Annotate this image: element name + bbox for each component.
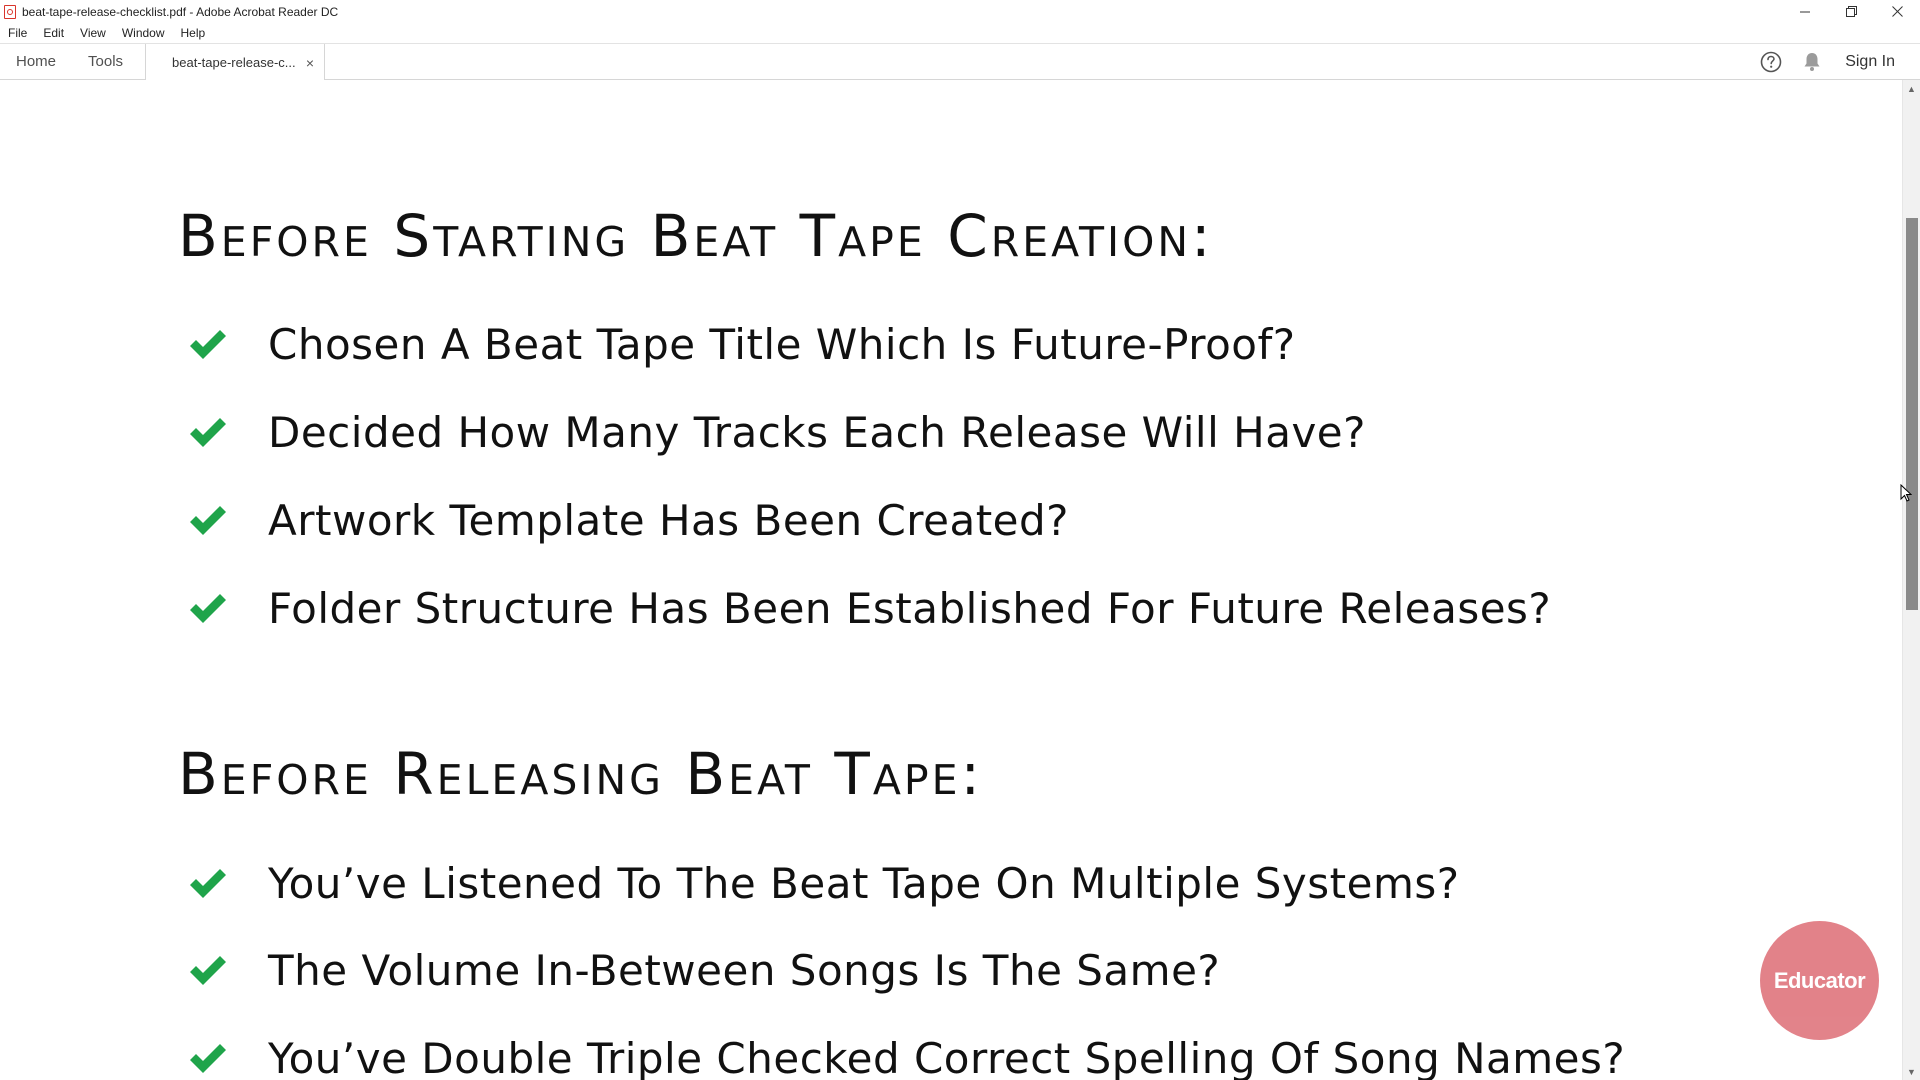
- section-heading-before-starting: Before Starting Beat Tape Creation:: [178, 202, 1214, 270]
- checklist-item-text: Chosen A Beat Tape Title Which Is Future…: [268, 320, 1296, 369]
- menu-file[interactable]: File: [0, 26, 35, 40]
- minimize-button[interactable]: [1782, 0, 1828, 23]
- checkmark-icon: [188, 504, 230, 538]
- tab-bar: Home Tools beat-tape-release-c... × Sign…: [0, 43, 1920, 81]
- close-tab-icon[interactable]: ×: [306, 55, 314, 71]
- window-controls: [1782, 0, 1920, 23]
- checkmark-icon: [188, 867, 230, 901]
- educator-badge-label: Educator: [1773, 967, 1866, 993]
- close-window-button[interactable]: [1874, 0, 1920, 23]
- checklist-item-partial: You’ve Double Triple Checked Correct Spe…: [188, 1034, 1625, 1080]
- checklist-item-text: Decided How Many Tracks Each Release Wil…: [268, 408, 1366, 457]
- checklist-item-text: Folder Structure Has Been Established Fo…: [268, 584, 1552, 633]
- tab-tools[interactable]: Tools: [72, 44, 139, 79]
- educator-watermark-badge: Educator: [1760, 921, 1879, 1040]
- bell-icon[interactable]: [1800, 50, 1824, 74]
- checkmark-icon: [188, 954, 230, 988]
- checklist-item: Artwork Template Has Been Created?: [188, 496, 1069, 545]
- minimize-icon: [1799, 11, 1810, 13]
- checklist-item: The Volume In-Between Songs Is The Same?: [188, 946, 1220, 995]
- notification-bell-graphic: [1804, 53, 1820, 71]
- checklist-item-text: You’ve Double Triple Checked Correct Spe…: [268, 1034, 1626, 1080]
- checkmark-icon: [188, 1042, 230, 1076]
- scroll-thumb[interactable]: [1906, 218, 1918, 610]
- scroll-down-arrow-icon[interactable]: ▼: [1903, 1063, 1920, 1080]
- restore-button[interactable]: [1828, 0, 1874, 23]
- menu-edit[interactable]: Edit: [35, 26, 72, 40]
- checkmark-icon: [188, 416, 230, 450]
- sign-in-button[interactable]: Sign In: [1845, 53, 1895, 71]
- document-tab-label: beat-tape-release-c...: [172, 55, 296, 70]
- checklist-item-text: You’ve Listened To The Beat Tape On Mult…: [268, 859, 1460, 908]
- checklist-item: Decided How Many Tracks Each Release Wil…: [188, 408, 1366, 457]
- checkmark-icon: [188, 328, 230, 362]
- title-bar: beat-tape-release-checklist.pdf - Adobe …: [0, 0, 1920, 23]
- checklist-item-text: The Volume In-Between Songs Is The Same?: [268, 946, 1221, 995]
- tab-document[interactable]: beat-tape-release-c... ×: [145, 44, 326, 81]
- help-icon-graphic: [1760, 51, 1782, 73]
- checklist-item: Folder Structure Has Been Established Fo…: [188, 584, 1551, 633]
- pdf-page: Before Starting Beat Tape Creation: Chos…: [0, 80, 1902, 1080]
- menu-view[interactable]: View: [72, 26, 114, 40]
- checkmark-icon: [188, 592, 230, 626]
- checklist-item: Chosen A Beat Tape Title Which Is Future…: [188, 320, 1296, 369]
- help-icon[interactable]: [1759, 50, 1783, 74]
- menu-help[interactable]: Help: [173, 26, 214, 40]
- mouse-cursor-icon: [1900, 484, 1912, 502]
- pdf-file-icon: [4, 4, 16, 19]
- tab-home[interactable]: Home: [0, 44, 72, 79]
- checklist-item-text: Artwork Template Has Been Created?: [268, 496, 1069, 545]
- menu-bar: File Edit View Window Help: [0, 23, 1920, 43]
- vertical-scrollbar[interactable]: ▲ ▼: [1902, 80, 1920, 1080]
- window-title: beat-tape-release-checklist.pdf - Adobe …: [22, 4, 339, 19]
- menu-window[interactable]: Window: [114, 26, 173, 40]
- document-viewer[interactable]: Before Starting Beat Tape Creation: Chos…: [0, 80, 1902, 1080]
- checklist-item: You’ve Listened To The Beat Tape On Mult…: [188, 859, 1460, 908]
- restore-icon: [1845, 6, 1857, 17]
- tab-bar-actions: Sign In: [1759, 44, 1920, 80]
- scroll-up-arrow-icon[interactable]: ▲: [1903, 80, 1920, 97]
- section-heading-before-releasing: Before Releasing Beat Tape:: [178, 740, 984, 808]
- close-icon: [1891, 6, 1903, 17]
